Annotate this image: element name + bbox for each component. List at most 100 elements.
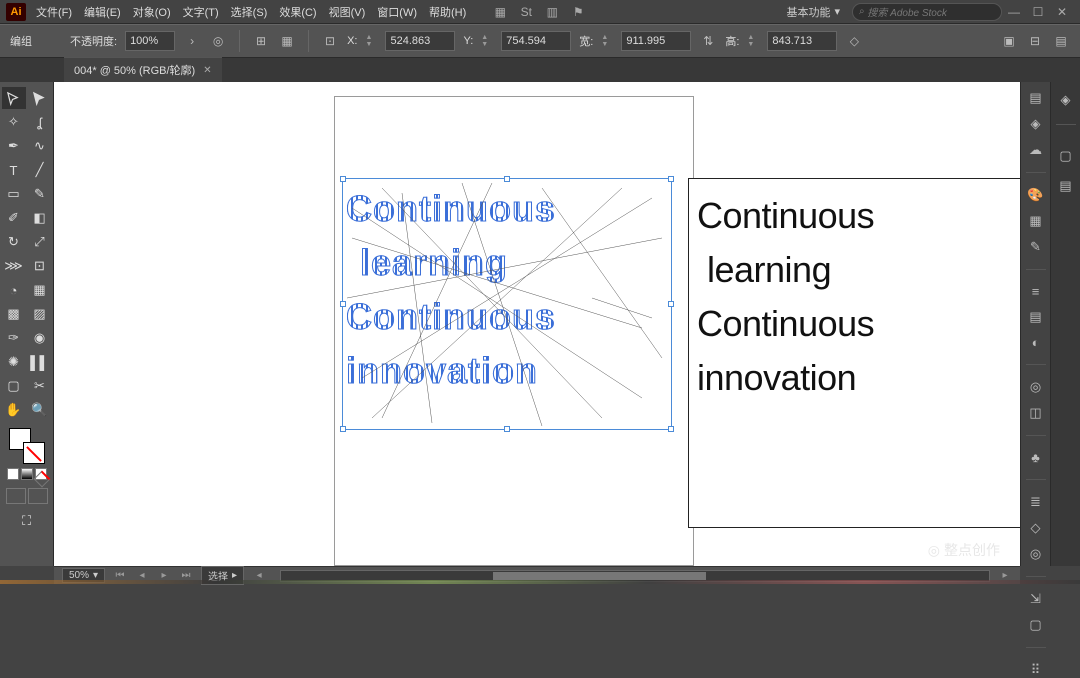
canvas[interactable]: Continuous learning Continuous innovatio…	[54, 82, 1020, 566]
h-stepper[interactable]: ▲▼	[747, 31, 759, 51]
menu-help[interactable]: 帮助(H)	[429, 4, 466, 20]
window-minimize[interactable]: —	[1002, 5, 1026, 19]
layers-panel-icon[interactable]: ◈	[1026, 116, 1046, 132]
curvature-tool[interactable]: ∿	[28, 135, 52, 157]
cc-home-icon[interactable]: ◈	[1056, 90, 1076, 110]
search-input[interactable]: ⌕ 搜索 Adobe Stock	[852, 3, 1002, 21]
menu-file[interactable]: 文件(F)	[36, 4, 72, 20]
stock-icon[interactable]: St	[518, 4, 534, 20]
opacity-arrow-icon[interactable]: ›	[183, 32, 201, 50]
artboards-panel-icon[interactable]: ▢	[1026, 617, 1046, 633]
style-icon[interactable]: ◎	[209, 32, 227, 50]
eyedropper-tool[interactable]: ✑	[2, 327, 26, 349]
color-mode-switch[interactable]	[7, 468, 47, 480]
selection-bbox[interactable]	[342, 178, 672, 430]
lasso-tool[interactable]: ʆ	[28, 111, 52, 133]
arrange-icon[interactable]: ▥	[544, 4, 560, 20]
gpu-icon[interactable]: ⚑	[570, 4, 586, 20]
handle-s[interactable]	[504, 426, 510, 432]
menu-select[interactable]: 选择(S)	[231, 4, 268, 20]
screen-mode[interactable]: ⛶	[15, 510, 39, 532]
x-input[interactable]	[385, 31, 455, 51]
w-stepper[interactable]: ▲▼	[601, 31, 613, 51]
align-panel-icon[interactable]: ≣	[1026, 494, 1046, 510]
menu-edit[interactable]: 编辑(E)	[84, 4, 121, 20]
swatches-panel-icon[interactable]: ▦	[1026, 213, 1046, 229]
appearance-panel-icon[interactable]: ◎	[1026, 379, 1046, 395]
workspace-dropdown[interactable]: 基本功能▾	[786, 4, 840, 20]
symbol-sprayer-tool[interactable]: ✺	[2, 351, 26, 373]
x-stepper[interactable]: ▲▼	[365, 31, 377, 51]
rectangle-tool[interactable]: ▭	[2, 183, 26, 205]
scale-tool[interactable]: ⤢	[28, 231, 52, 253]
direct-selection-tool[interactable]	[28, 87, 52, 109]
zoom-tool[interactable]: 🔍	[28, 399, 52, 421]
slice-tool[interactable]: ✂	[28, 375, 52, 397]
gradient-tool[interactable]: ▨	[28, 303, 52, 325]
paintbrush-tool[interactable]: ✎	[28, 183, 52, 205]
stroke-panel-icon[interactable]: ≡	[1026, 284, 1046, 299]
w-input[interactable]	[621, 31, 691, 51]
character-panel-icon[interactable]: ⠿	[1026, 662, 1046, 678]
h-input[interactable]	[767, 31, 837, 51]
window-close[interactable]: ✕	[1050, 5, 1074, 19]
window-maximize[interactable]: ☐	[1026, 5, 1050, 19]
artboard-tool[interactable]: ▢	[2, 375, 26, 397]
blend-tool[interactable]: ◉	[28, 327, 52, 349]
eraser-tool[interactable]: ◧	[28, 207, 52, 229]
free-transform-tool[interactable]: ⊡	[28, 255, 52, 277]
draw-mode[interactable]	[6, 488, 48, 504]
shape-builder-tool[interactable]: ◔	[2, 279, 26, 301]
asset-export-panel-icon[interactable]: ⇲	[1026, 591, 1046, 607]
shaper-tool[interactable]: ✐	[2, 207, 26, 229]
handle-w[interactable]	[340, 301, 346, 307]
libraries-panel-icon[interactable]: ☁	[1026, 142, 1046, 158]
hand-tool[interactable]: ✋	[2, 399, 26, 421]
comments-icon[interactable]: ▤	[1056, 176, 1076, 196]
pen-tool[interactable]: ✒	[2, 135, 26, 157]
menu-effect[interactable]: 效果(C)	[279, 4, 316, 20]
learn-icon[interactable]: ▢	[1056, 146, 1076, 166]
handle-sw[interactable]	[340, 426, 346, 432]
transparency-panel-icon[interactable]: ◐	[1026, 335, 1046, 350]
brushes-panel-icon[interactable]: ✎	[1026, 239, 1046, 255]
y-stepper[interactable]: ▲▼	[481, 31, 493, 51]
transform-icon[interactable]: ▦	[278, 32, 296, 50]
transform-panel-icon[interactable]: ◇	[1026, 520, 1046, 536]
panel-menu-icon[interactable]: ▤	[1052, 32, 1070, 50]
handle-n[interactable]	[504, 176, 510, 182]
document-tab[interactable]: 004* @ 50% (RGB/轮廓) ✕	[64, 57, 222, 82]
menu-type[interactable]: 文字(T)	[183, 4, 219, 20]
magic-wand-tool[interactable]: ✧	[2, 111, 26, 133]
prefs-icon[interactable]: ⊟	[1026, 32, 1044, 50]
link-wh-icon[interactable]: ⇅	[699, 32, 717, 50]
color-panel-icon[interactable]: 🎨	[1026, 187, 1046, 203]
rotate-tool[interactable]: ↻	[2, 231, 26, 253]
y-input[interactable]	[501, 31, 571, 51]
gradient-panel-icon[interactable]: ▤	[1026, 309, 1046, 325]
shape-icon[interactable]: ◇	[845, 32, 863, 50]
selection-tool[interactable]	[2, 87, 26, 109]
symbols-panel-icon[interactable]: ♣	[1026, 450, 1046, 465]
handle-ne[interactable]	[668, 176, 674, 182]
align-icon[interactable]: ⊞	[252, 32, 270, 50]
bridge-icon[interactable]: ▦	[492, 4, 508, 20]
tab-close-icon[interactable]: ✕	[203, 65, 211, 76]
handle-e[interactable]	[668, 301, 674, 307]
pathfinder-panel-icon[interactable]: ◎	[1026, 546, 1046, 562]
isolate-icon[interactable]: ▣	[1000, 32, 1018, 50]
width-tool[interactable]: ⋙	[2, 255, 26, 277]
type-tool[interactable]: T	[2, 159, 26, 181]
menu-object[interactable]: 对象(O)	[133, 4, 171, 20]
perspective-tool[interactable]: ▦	[28, 279, 52, 301]
mesh-tool[interactable]: ▩	[2, 303, 26, 325]
anchor-icon[interactable]: ⊡	[321, 32, 339, 50]
menu-view[interactable]: 视图(V)	[329, 4, 366, 20]
handle-nw[interactable]	[340, 176, 346, 182]
properties-panel-icon[interactable]: ▤	[1026, 90, 1046, 106]
fill-stroke-swatch[interactable]	[9, 428, 45, 464]
graphic-styles-panel-icon[interactable]: ◫	[1026, 405, 1046, 421]
handle-se[interactable]	[668, 426, 674, 432]
opacity-input[interactable]	[125, 31, 175, 51]
menu-window[interactable]: 窗口(W)	[377, 4, 417, 20]
